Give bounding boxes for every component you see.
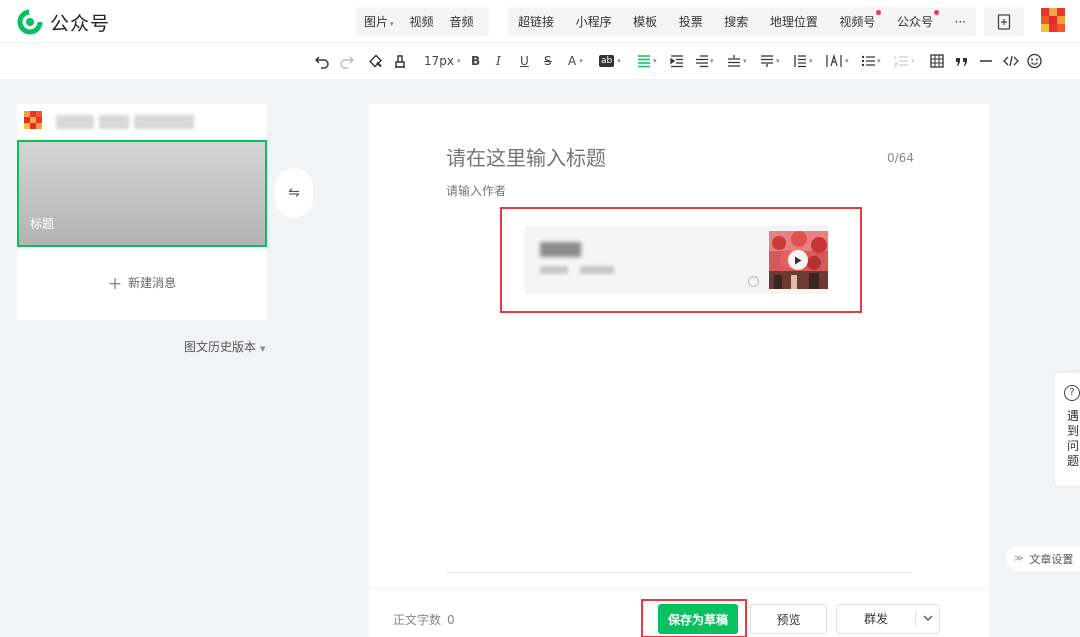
article-cover-title: 标题: [30, 217, 55, 231]
swap-arrows-icon: ⇋: [288, 185, 300, 201]
bold-button[interactable]: B: [471, 53, 480, 69]
chevron-down-icon[interactable]: ▾: [743, 53, 747, 69]
help-panel[interactable]: ? 遇到问题: [1055, 373, 1080, 486]
numbered-list-icon[interactable]: [894, 53, 908, 69]
button-separator: [915, 611, 916, 627]
notification-dot: [933, 10, 939, 15]
chevron-down-icon[interactable]: ▾: [710, 53, 714, 69]
chevron-down-icon[interactable]: ▾: [776, 53, 780, 69]
chevron-down-icon: ▾: [390, 20, 394, 28]
account-avatar: [24, 111, 42, 129]
toolbar-image[interactable]: 图片 ▾: [356, 13, 402, 30]
plus-icon: +: [107, 274, 123, 294]
toolbar-channels[interactable]: 视频号: [831, 10, 883, 30]
toolbar-miniprogram[interactable]: 小程序: [568, 13, 620, 30]
save-draft-button[interactable]: 保存为草稿: [658, 604, 738, 634]
video-meta-blurred: [580, 266, 614, 274]
mass-send-button[interactable]: 群发: [836, 604, 940, 634]
play-icon[interactable]: [788, 250, 808, 270]
editor-bottom-divider: [446, 572, 912, 573]
chevron-down-icon: ▾: [617, 57, 621, 65]
editor-area: 0/64: [369, 104, 989, 588]
title-input[interactable]: [446, 146, 866, 170]
italic-button[interactable]: I: [496, 53, 501, 69]
chevron-down-icon: ▾: [579, 57, 583, 65]
document-toggle-button[interactable]: [984, 7, 1024, 36]
chevron-down-icon[interactable]: ▾: [845, 53, 849, 69]
toolbar-search[interactable]: 搜索: [716, 13, 756, 30]
video-thumbnail[interactable]: [769, 231, 828, 289]
clear-format-icon[interactable]: [393, 53, 407, 69]
chevron-down-icon: ▼: [260, 345, 266, 353]
toolbar-official-account[interactable]: 公众号: [889, 10, 941, 30]
letter-spacing-icon[interactable]: [826, 53, 842, 69]
article-list-card: 标题 + 新建消息: [17, 104, 267, 320]
chevron-down-icon[interactable]: [921, 611, 935, 625]
media-insert-group: 图片 ▾ 视频 音频: [356, 7, 489, 36]
chevron-down-icon: ▾: [911, 57, 915, 65]
history-versions-dropdown[interactable]: 图文历史版本 ▼: [184, 338, 265, 355]
mass-send-label: 群发: [863, 612, 888, 626]
document-icon: [997, 13, 1011, 30]
font-color-button[interactable]: A ▾: [568, 53, 583, 69]
word-count: 正文字数 0: [393, 613, 455, 627]
background-color-button[interactable]: ab ▾: [599, 53, 621, 69]
notification-dot: [876, 10, 882, 15]
list-icon[interactable]: [861, 53, 875, 69]
video-meta-blurred: [540, 266, 568, 274]
toolbar-template[interactable]: 模板: [625, 13, 665, 30]
article-settings-button[interactable]: ≫ 文章设置: [1006, 546, 1080, 571]
line-height-icon[interactable]: [793, 53, 807, 69]
content-insert-group: 超链接 小程序 模板 投票 搜索 地理位置 视频号 公众号 ···: [508, 7, 976, 36]
table-icon[interactable]: [930, 53, 944, 69]
top-bar: 公众号 图片 ▾ 视频 音频 超链接 小程序 模板 投票 搜索 地理位置 视频号 …: [0, 0, 1080, 43]
chevron-down-icon[interactable]: ▾: [653, 53, 657, 69]
chevron-down-icon[interactable]: ▾: [877, 53, 881, 69]
format-toolbar: 17px ▾ B I U S A ▾ ab ▾ ▾ ▾ ▾ ▾ ▾ ▾ ▾ ▾: [0, 43, 1080, 79]
code-icon[interactable]: [1003, 53, 1019, 69]
toolbar-video[interactable]: 视频: [402, 13, 442, 30]
preview-button[interactable]: 预览: [750, 604, 827, 634]
emoji-icon[interactable]: [1027, 53, 1042, 69]
avatar[interactable]: [1041, 8, 1065, 32]
chevron-down-icon: ▾: [457, 57, 461, 65]
indent-icon[interactable]: [670, 53, 684, 69]
help-text: 遇到问题: [1067, 409, 1080, 468]
wechat-mp-logo-icon: [17, 9, 43, 35]
article-cover-selected[interactable]: 标题: [17, 140, 267, 247]
redo-icon[interactable]: [340, 53, 354, 69]
question-icon: ?: [1064, 385, 1080, 401]
title-char-count: 0/64: [887, 151, 914, 165]
toolbar-vote[interactable]: 投票: [671, 13, 711, 30]
new-message-button[interactable]: + 新建消息: [17, 274, 267, 294]
video-title-blurred: [540, 242, 581, 257]
format-painter-icon[interactable]: [368, 53, 383, 69]
account-name-blurred: [99, 115, 129, 129]
swap-button[interactable]: ⇋: [275, 168, 313, 218]
spacing-after-icon[interactable]: [760, 53, 774, 69]
chevron-down-icon[interactable]: ▾: [809, 53, 813, 69]
align-left-icon[interactable]: [637, 53, 651, 69]
toolbar-location[interactable]: 地理位置: [762, 13, 826, 30]
divider-icon[interactable]: [979, 53, 993, 69]
quote-icon[interactable]: [955, 53, 969, 69]
account-name-blurred: [56, 115, 94, 129]
underline-button[interactable]: U: [520, 53, 529, 69]
toolbar-more[interactable]: ···: [947, 15, 974, 29]
undo-icon[interactable]: [315, 53, 329, 69]
toolbar-hyperlink[interactable]: 超链接: [510, 13, 562, 30]
spacing-before-icon[interactable]: [727, 53, 741, 69]
toolbar-audio[interactable]: 音频: [442, 13, 482, 30]
font-size-select[interactable]: 17px ▾: [424, 53, 461, 69]
brand-name[interactable]: 公众号: [50, 9, 110, 36]
source-icon: [748, 276, 759, 287]
chevron-double-down-icon: ≫: [1014, 553, 1024, 564]
first-line-indent-icon[interactable]: [695, 53, 709, 69]
embedded-video-card[interactable]: [524, 226, 829, 294]
bottom-bar: 正文字数 0 保存为草稿 预览 群发: [369, 588, 989, 637]
account-name-blurred: [134, 115, 194, 129]
strikethrough-button[interactable]: S: [544, 53, 552, 69]
author-input[interactable]: [446, 184, 746, 198]
